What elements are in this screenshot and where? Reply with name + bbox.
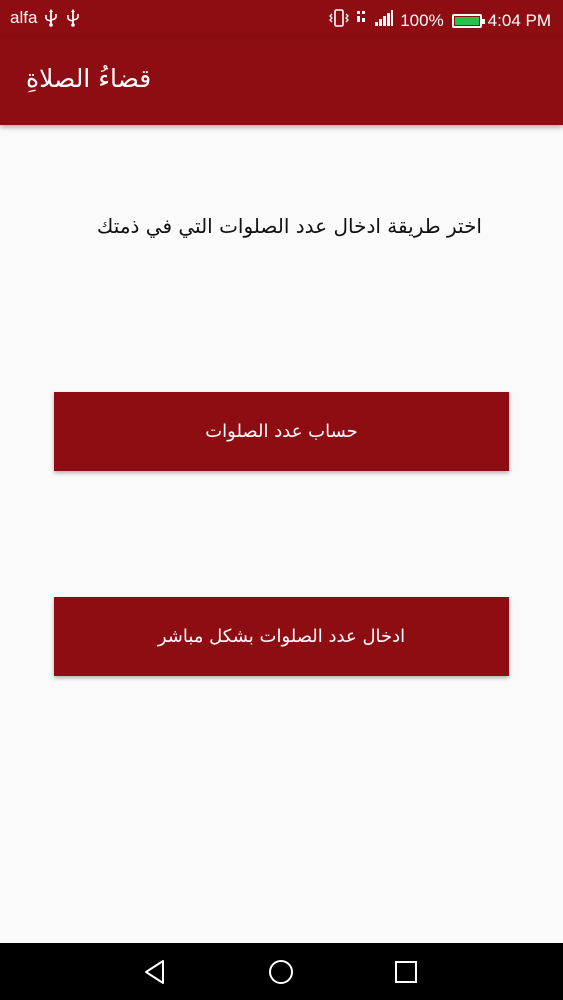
- home-icon[interactable]: [256, 953, 306, 991]
- no-sim-icon: [356, 9, 368, 32]
- usb-icon: [43, 9, 59, 27]
- status-bar: alfa 100% 4:04 PM: [0, 0, 563, 37]
- clock: 4:04 PM: [487, 10, 551, 30]
- usb-icon: [65, 9, 81, 27]
- vibrate-icon: [328, 8, 350, 33]
- calculate-prayers-button[interactable]: حساب عدد الصلوات: [54, 392, 509, 471]
- status-left: alfa: [10, 8, 81, 28]
- battery-percent: 100%: [400, 10, 444, 30]
- app-title: قضاءُ الصلاةِ: [26, 64, 152, 93]
- navigation-bar: [0, 943, 563, 1000]
- app-bar: قضاءُ الصلاةِ: [0, 37, 563, 125]
- calculate-prayers-label: حساب عدد الصلوات: [205, 421, 358, 442]
- instruction-text: اختر طريقة ادخال عدد الصلوات التي في ذمت…: [96, 214, 482, 238]
- recents-icon[interactable]: [381, 953, 431, 991]
- battery-icon: [451, 13, 485, 28]
- status-right: 100% 4:04 PM: [328, 8, 551, 33]
- carrier-label: alfa: [10, 8, 38, 27]
- back-icon[interactable]: [130, 953, 180, 991]
- battery-fill: [454, 16, 479, 25]
- signal-icon: [374, 9, 394, 32]
- enter-prayers-directly-label: ادخال عدد الصلوات بشكل مباشر: [157, 626, 406, 647]
- enter-prayers-directly-button[interactable]: ادخال عدد الصلوات بشكل مباشر: [54, 597, 509, 676]
